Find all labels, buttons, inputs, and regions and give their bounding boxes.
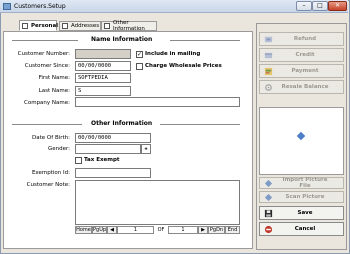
app-icon <box>3 3 11 10</box>
date-of-birth-label: Date Of Birth: <box>32 135 70 141</box>
customer-number-field[interactable] <box>75 49 131 59</box>
company-name-field[interactable] <box>75 97 240 107</box>
save-icon <box>264 209 273 217</box>
payment-label: Payment <box>291 68 319 74</box>
tab-personal[interactable]: Personal <box>19 20 59 31</box>
tab-checkbox-icon <box>62 23 68 29</box>
other-information-title: Other Information <box>91 120 153 127</box>
charge-wholesale-label: Charge Wholesale Prices <box>145 63 222 69</box>
window-title: Customers.Setup <box>14 3 66 10</box>
company-name-label: Company Name: <box>24 100 70 106</box>
credit-label: Credit <box>295 52 315 58</box>
first-name-label: First Name: <box>38 75 70 81</box>
import-picture-icon <box>264 179 273 187</box>
cancel-label: Cancel <box>294 226 316 232</box>
scan-picture-icon <box>264 193 273 201</box>
refund-label: Refund <box>293 36 317 42</box>
tax-exempt-checkbox[interactable] <box>75 157 82 164</box>
cancel-icon <box>264 225 273 233</box>
tab-label: Addresses <box>71 23 100 29</box>
scan-picture-label: Scan Picture <box>285 194 325 200</box>
customer-note-field[interactable] <box>75 180 240 225</box>
maximize-button[interactable]: □ <box>312 1 328 11</box>
tab-label: Personal <box>31 22 59 29</box>
import-picture-label: Import Picture File <box>282 177 328 189</box>
gender-field[interactable] <box>75 144 141 154</box>
refund-button[interactable]: Refund <box>259 32 344 46</box>
exemption-id-label: Exemption Id: <box>31 170 70 176</box>
customer-number-label: Customer Number: <box>17 51 70 57</box>
import-picture-button[interactable]: Import Picture File <box>259 177 344 189</box>
name-information-title: Name Information <box>91 36 153 43</box>
note-home-button[interactable]: Home <box>75 226 92 234</box>
customer-picture <box>259 107 344 175</box>
customer-note-label: Customer Note: <box>26 182 70 188</box>
tab-addresses[interactable]: Addresses <box>59 21 101 31</box>
charge-wholesale-checkbox[interactable] <box>136 63 143 70</box>
minimize-button[interactable]: – <box>296 1 312 11</box>
refund-icon <box>264 36 273 42</box>
date-of-birth-field[interactable]: 00/00/0000 <box>75 133 151 143</box>
include-in-mailing-checkbox[interactable]: ✓ <box>136 51 143 58</box>
tax-exempt-label: Tax Exempt <box>84 157 120 163</box>
resale-balance-label: Resale Balance <box>281 84 329 90</box>
customer-since-label: Customer Since: <box>24 63 70 69</box>
section-divider <box>12 124 82 125</box>
resale-balance-button[interactable]: Resale Balance <box>259 80 344 94</box>
tab-other-information[interactable]: Other Information <box>101 20 157 32</box>
include-in-mailing-label: Include in mailing <box>145 51 201 57</box>
close-button[interactable]: ✕ <box>328 1 347 11</box>
note-prev-button[interactable]: ◀ <box>107 226 117 234</box>
customer-since-field[interactable]: 00/00/0000 <box>75 61 131 71</box>
note-of-label: OF <box>157 227 165 233</box>
cancel-button[interactable]: Cancel <box>259 222 344 236</box>
section-divider <box>170 40 240 41</box>
gender-label: Gender: <box>47 146 70 152</box>
note-next-button[interactable]: ▶ <box>198 226 208 234</box>
credit-icon <box>264 52 273 58</box>
title-bar[interactable]: Customers.Setup – □ ✕ <box>0 0 348 13</box>
gender-add-button[interactable]: + <box>141 144 151 154</box>
note-page-field[interactable]: 1 <box>117 226 154 234</box>
first-name-field[interactable]: SOFTPEDIA <box>75 73 131 83</box>
save-button[interactable]: Save <box>259 206 344 220</box>
last-name-field[interactable]: S <box>75 86 131 96</box>
scan-picture-button[interactable]: Scan Picture <box>259 191 344 203</box>
exemption-id-field[interactable] <box>75 168 151 178</box>
section-divider <box>160 124 240 125</box>
section-divider <box>12 40 78 41</box>
note-pgdn-button[interactable]: PgDn <box>208 226 225 234</box>
note-end-button[interactable]: End <box>225 226 240 234</box>
tab-checkbox-icon <box>104 23 110 29</box>
save-label: Save <box>297 210 313 216</box>
tab-checkbox-icon <box>22 22 28 29</box>
credit-button[interactable]: Credit <box>259 48 344 62</box>
payment-icon <box>264 67 273 75</box>
resale-balance-icon <box>265 83 272 91</box>
payment-button[interactable]: Payment <box>259 64 344 78</box>
note-total-field: 1 <box>168 226 198 234</box>
last-name-label: Last Name: <box>38 88 70 94</box>
picture-placeholder-icon <box>296 131 306 141</box>
note-pgup-button[interactable]: PgUp <box>92 226 107 234</box>
